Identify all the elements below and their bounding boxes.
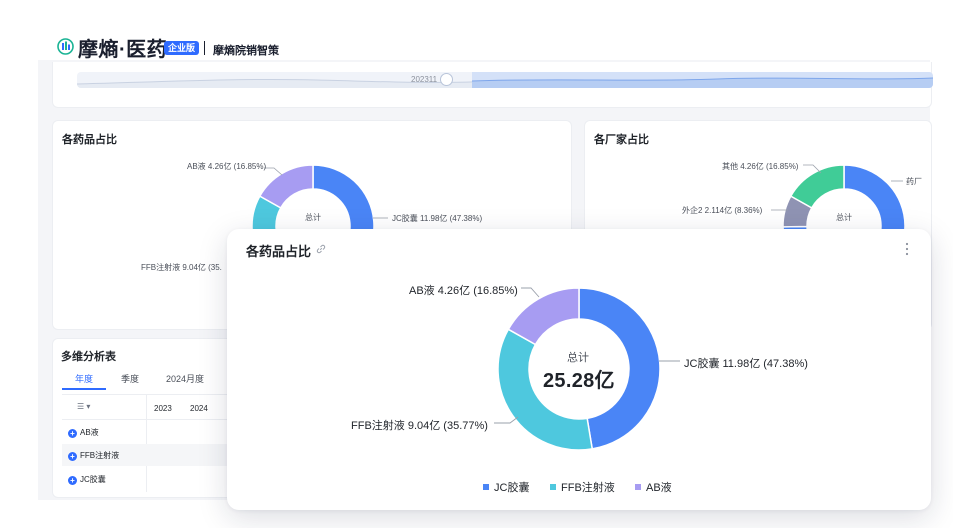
legend-ab[interactable]: AB液 [635,479,672,495]
jc-label: JC胶囊 11.98亿 (47.38%) [392,214,483,223]
popup-ab-label: AB液 4.26亿 (16.85%) [409,285,518,297]
ab-label: AB液 4.26亿 (16.85%) [187,162,267,171]
expand-icon[interactable]: + [68,452,77,461]
timeline-card [52,62,933,108]
expand-icon[interactable]: + [68,476,77,485]
maker-cut-label: 药厂 [906,177,922,186]
row-label-ffb[interactable]: + FFB注射液 [68,450,119,461]
active-tab-indicator [62,388,106,390]
timeline-label: 202311 [411,75,438,84]
table-top-border [62,394,232,395]
tab-month-2024[interactable]: 2024月度 [166,372,204,385]
column-header-2024: 2024 [190,404,208,413]
row-text: AB液 [80,428,99,437]
drug-share-popup: 各药品占比 总计 25.28亿 AB液 4.26亿 (16.85%) JC胶囊 … [227,229,931,510]
column-header-2023: 2023 [154,404,172,413]
slice-other[interactable] [789,164,845,209]
tab-quarter[interactable]: 季度 [121,372,139,385]
legend-text: JC胶囊 [494,482,530,494]
slice-ab[interactable] [258,164,314,209]
header-divider [204,41,205,55]
row-header-settings-icon[interactable]: ☰ ▾ [77,402,90,411]
row-label-jc[interactable]: + JC胶囊 [68,474,106,485]
tab-year[interactable]: 年度 [75,372,93,385]
legend-swatch-jc [483,484,489,490]
legend-swatch-ffb [550,484,556,490]
timeline-track[interactable] [77,72,933,88]
multi-table-title: 多维分析表 [61,351,116,363]
table-row[interactable]: + FFB注射液 [62,444,232,466]
maker-share-center-label: 总计 [836,213,852,222]
legend-text: AB液 [646,482,672,494]
legend-jc[interactable]: JC胶囊 [483,479,529,495]
table-row[interactable]: + AB液 [62,421,232,443]
slice-ab[interactable] [507,287,580,346]
header-row-border [62,419,232,420]
row-text: JC胶囊 [80,475,106,484]
drug-share-center-label: 总计 [305,213,321,222]
popup-ffb-label: FFB注射液 9.04亿 (35.77%) [351,420,488,432]
expand-icon[interactable]: + [68,429,77,438]
row-text: FFB注射液 [80,451,120,460]
popup-jc-label: JC胶囊 11.98亿 (47.38%) [684,358,808,370]
timeline-handle[interactable] [440,73,453,86]
edition-badge: 企业版 [164,41,200,55]
table-row[interactable]: + JC胶囊 [62,468,232,490]
logo-icon [57,38,74,55]
other-label: 其他 4.26亿 (16.85%) [722,162,799,171]
foreign2-label: 外企2 2.114亿 (8.36%) [682,206,763,215]
popup-center-label: 总计 [567,352,589,364]
product-name: 摩熵院销智策 [213,45,279,57]
legend-ffb[interactable]: FFB注射液 [550,479,615,495]
timeline-sparkline [77,72,933,88]
popup-ab-leader [521,287,540,298]
row-label-ab[interactable]: + AB液 [68,427,99,438]
ffb-label: FFB注射液 9.04亿 (35. [141,263,222,272]
app-header: 摩熵·医药 企业版 摩熵院销智策 [0,0,953,62]
ab-leader-line [264,167,283,176]
popup-center-total: 25.28亿 [543,370,615,392]
legend-swatch-ab [635,484,641,490]
brand-name: 摩熵·医药 [78,39,168,61]
legend-text: FFB注射液 [561,482,615,494]
